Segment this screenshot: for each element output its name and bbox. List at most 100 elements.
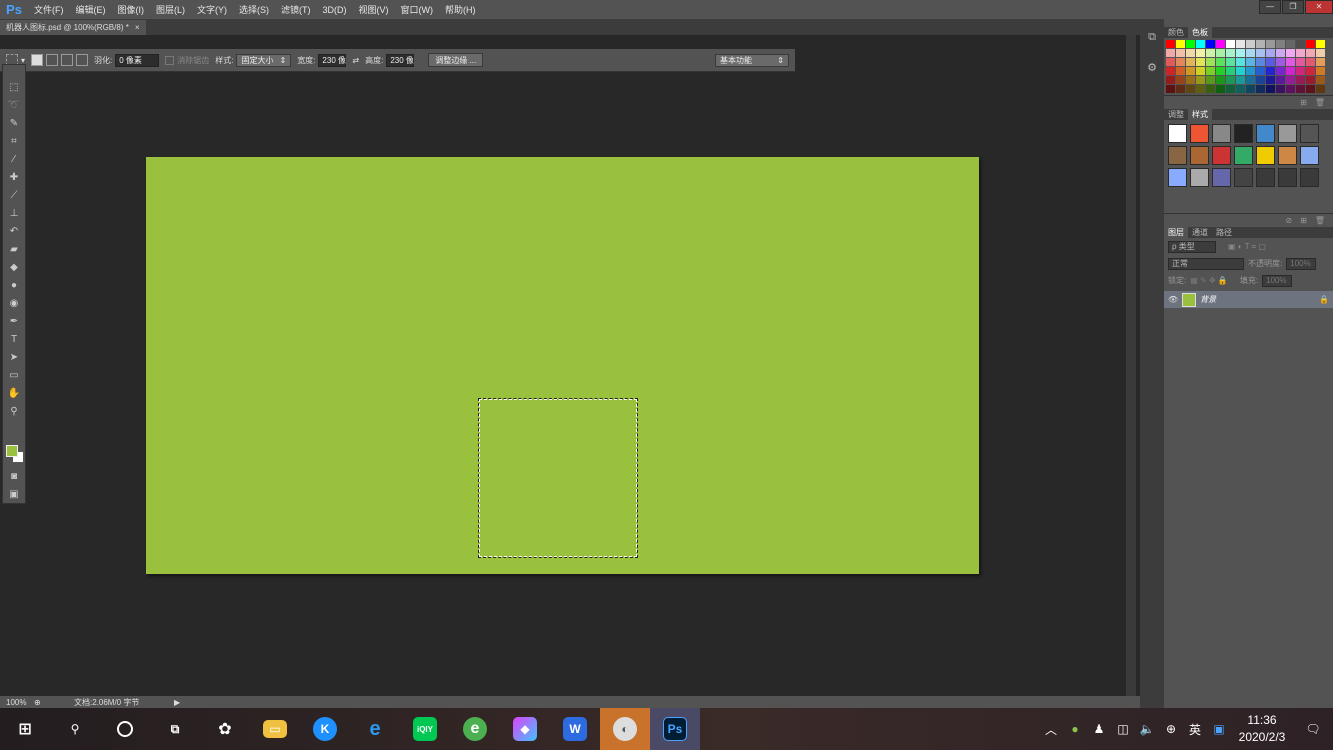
style-preset[interactable] bbox=[1212, 124, 1231, 143]
color-swatch[interactable] bbox=[1246, 76, 1255, 84]
file-explorer-icon[interactable]: ▭ bbox=[250, 708, 300, 750]
color-swatch[interactable] bbox=[1216, 85, 1225, 93]
chevron-up-icon[interactable]: ︿ bbox=[1039, 721, 1063, 738]
color-swatch[interactable] bbox=[1206, 58, 1215, 66]
color-swatch[interactable] bbox=[1186, 67, 1195, 75]
color-swatch[interactable] bbox=[1276, 40, 1285, 48]
color-swatch[interactable] bbox=[1256, 76, 1265, 84]
color-swatch[interactable] bbox=[1226, 67, 1235, 75]
stamp-icon[interactable]: ⊥ bbox=[4, 205, 24, 222]
color-swatch[interactable] bbox=[1226, 85, 1235, 93]
eraser-icon[interactable]: ▰ bbox=[4, 241, 24, 258]
color-swatch[interactable] bbox=[1276, 85, 1285, 93]
color-swatch[interactable] bbox=[1196, 40, 1205, 48]
color-swatch[interactable] bbox=[1316, 58, 1325, 66]
style-preset[interactable] bbox=[1190, 124, 1209, 143]
color-swatch[interactable] bbox=[1226, 76, 1235, 84]
zoom-icon[interactable]: ⚲ bbox=[4, 403, 24, 420]
color-swatch[interactable] bbox=[1286, 49, 1295, 57]
color-swatch[interactable] bbox=[1296, 40, 1305, 48]
workspace-select[interactable]: 基本功能 ⇕ bbox=[715, 53, 789, 67]
color-swatch[interactable] bbox=[1296, 49, 1305, 57]
color-swatch[interactable] bbox=[1256, 49, 1265, 57]
new-selection-icon[interactable] bbox=[31, 54, 44, 66]
style-preset[interactable] bbox=[1234, 146, 1253, 165]
color-swatch[interactable] bbox=[1226, 49, 1235, 57]
maximize-button[interactable]: ❐ bbox=[1282, 0, 1304, 14]
color-swatch[interactable] bbox=[1196, 85, 1205, 93]
style-preset[interactable] bbox=[1300, 168, 1319, 187]
tab-layers[interactable]: 图层 bbox=[1164, 227, 1188, 238]
color-swatch[interactable] bbox=[1196, 76, 1205, 84]
layer-name[interactable]: 背景 bbox=[1200, 294, 1216, 305]
tab-color[interactable]: 颜色 bbox=[1164, 27, 1188, 38]
antialias-checkbox[interactable] bbox=[165, 55, 175, 65]
color-swatch[interactable] bbox=[1166, 85, 1175, 93]
color-swatch[interactable] bbox=[1316, 76, 1325, 84]
menu-edit[interactable]: 编辑(E) bbox=[70, 3, 112, 16]
pen-icon[interactable]: ✒ bbox=[4, 313, 24, 330]
type-icon[interactable]: T bbox=[4, 331, 24, 348]
color-swatch[interactable] bbox=[1216, 40, 1225, 48]
styles-grid[interactable] bbox=[1164, 120, 1333, 191]
color-swatch[interactable] bbox=[1206, 67, 1215, 75]
color-swatch[interactable] bbox=[1276, 76, 1285, 84]
color-swatch[interactable] bbox=[1206, 76, 1215, 84]
refine-edge-button[interactable]: 调整边缘 ... bbox=[428, 53, 484, 67]
color-swatch[interactable] bbox=[1266, 40, 1275, 48]
style-preset[interactable] bbox=[1190, 168, 1209, 187]
color-swatch[interactable] bbox=[1316, 85, 1325, 93]
clock[interactable]: 11:36 2020/2/3 bbox=[1231, 712, 1293, 746]
wps-icon[interactable]: W bbox=[550, 708, 600, 750]
color-swatch[interactable] bbox=[1216, 76, 1225, 84]
menu-image[interactable]: 图像(I) bbox=[112, 3, 151, 16]
menu-3d[interactable]: 3D(D) bbox=[317, 5, 353, 15]
style-preset[interactable] bbox=[1256, 146, 1275, 165]
style-preset[interactable] bbox=[1212, 168, 1231, 187]
style-preset[interactable] bbox=[1300, 146, 1319, 165]
tab-paths[interactable]: 路径 bbox=[1212, 227, 1236, 238]
style-preset[interactable] bbox=[1256, 124, 1275, 143]
healing-icon[interactable]: ✚ bbox=[4, 169, 24, 186]
color-swatch[interactable] bbox=[1266, 67, 1275, 75]
color-swatch[interactable] bbox=[1186, 58, 1195, 66]
play-right-icon[interactable]: ▶ bbox=[174, 698, 180, 707]
tab-styles[interactable]: 样式 bbox=[1188, 109, 1212, 120]
color-swatch[interactable] bbox=[1216, 67, 1225, 75]
color-swatch[interactable] bbox=[1176, 76, 1185, 84]
tab-adjustments[interactable]: 调整 bbox=[1164, 109, 1188, 120]
color-swatch[interactable] bbox=[1286, 85, 1295, 93]
iqiyi-icon[interactable]: iQIY bbox=[400, 708, 450, 750]
selection-marquee[interactable] bbox=[478, 398, 638, 558]
color-swatch[interactable] bbox=[1216, 58, 1225, 66]
browser-icon[interactable]: e bbox=[450, 708, 500, 750]
color-swatch[interactable] bbox=[1246, 67, 1255, 75]
color-swatch[interactable] bbox=[1246, 58, 1255, 66]
color-swatch[interactable] bbox=[1186, 76, 1195, 84]
trash-icon[interactable]: 🗑 bbox=[1315, 216, 1325, 225]
style-preset[interactable] bbox=[1168, 124, 1187, 143]
color-swatch[interactable] bbox=[1276, 67, 1285, 75]
style-preset[interactable] bbox=[1212, 146, 1231, 165]
eye-icon[interactable]: 👁 bbox=[1168, 295, 1178, 304]
document-tab[interactable]: 机器人图标.psd @ 100%(RGB/8) * × bbox=[0, 20, 146, 35]
color-swatch[interactable] bbox=[1256, 85, 1265, 93]
color-swatch[interactable] bbox=[1306, 76, 1315, 84]
color-swatch[interactable] bbox=[1236, 85, 1245, 93]
style-preset[interactable] bbox=[1234, 124, 1253, 143]
color-swatch[interactable] bbox=[1186, 40, 1195, 48]
screen-mode-icon[interactable]: ▣ bbox=[4, 486, 24, 503]
swatches-grid[interactable] bbox=[1164, 38, 1333, 95]
foreground-color-swatch[interactable] bbox=[6, 445, 18, 457]
notification-icon[interactable]: 🗨 bbox=[1293, 722, 1333, 736]
color-swatch[interactable] bbox=[1266, 49, 1275, 57]
hand-icon[interactable]: ✋ bbox=[4, 385, 24, 402]
game-icon[interactable]: ◆ bbox=[500, 708, 550, 750]
color-swatch[interactable] bbox=[1306, 58, 1315, 66]
camera-icon[interactable]: ◫ bbox=[1111, 722, 1135, 736]
style-preset[interactable] bbox=[1168, 168, 1187, 187]
paint-bucket-icon[interactable]: ◆ bbox=[4, 259, 24, 276]
color-swatch[interactable] bbox=[1176, 40, 1185, 48]
color-swatch[interactable] bbox=[1216, 49, 1225, 57]
tab-channels[interactable]: 通道 bbox=[1188, 227, 1212, 238]
